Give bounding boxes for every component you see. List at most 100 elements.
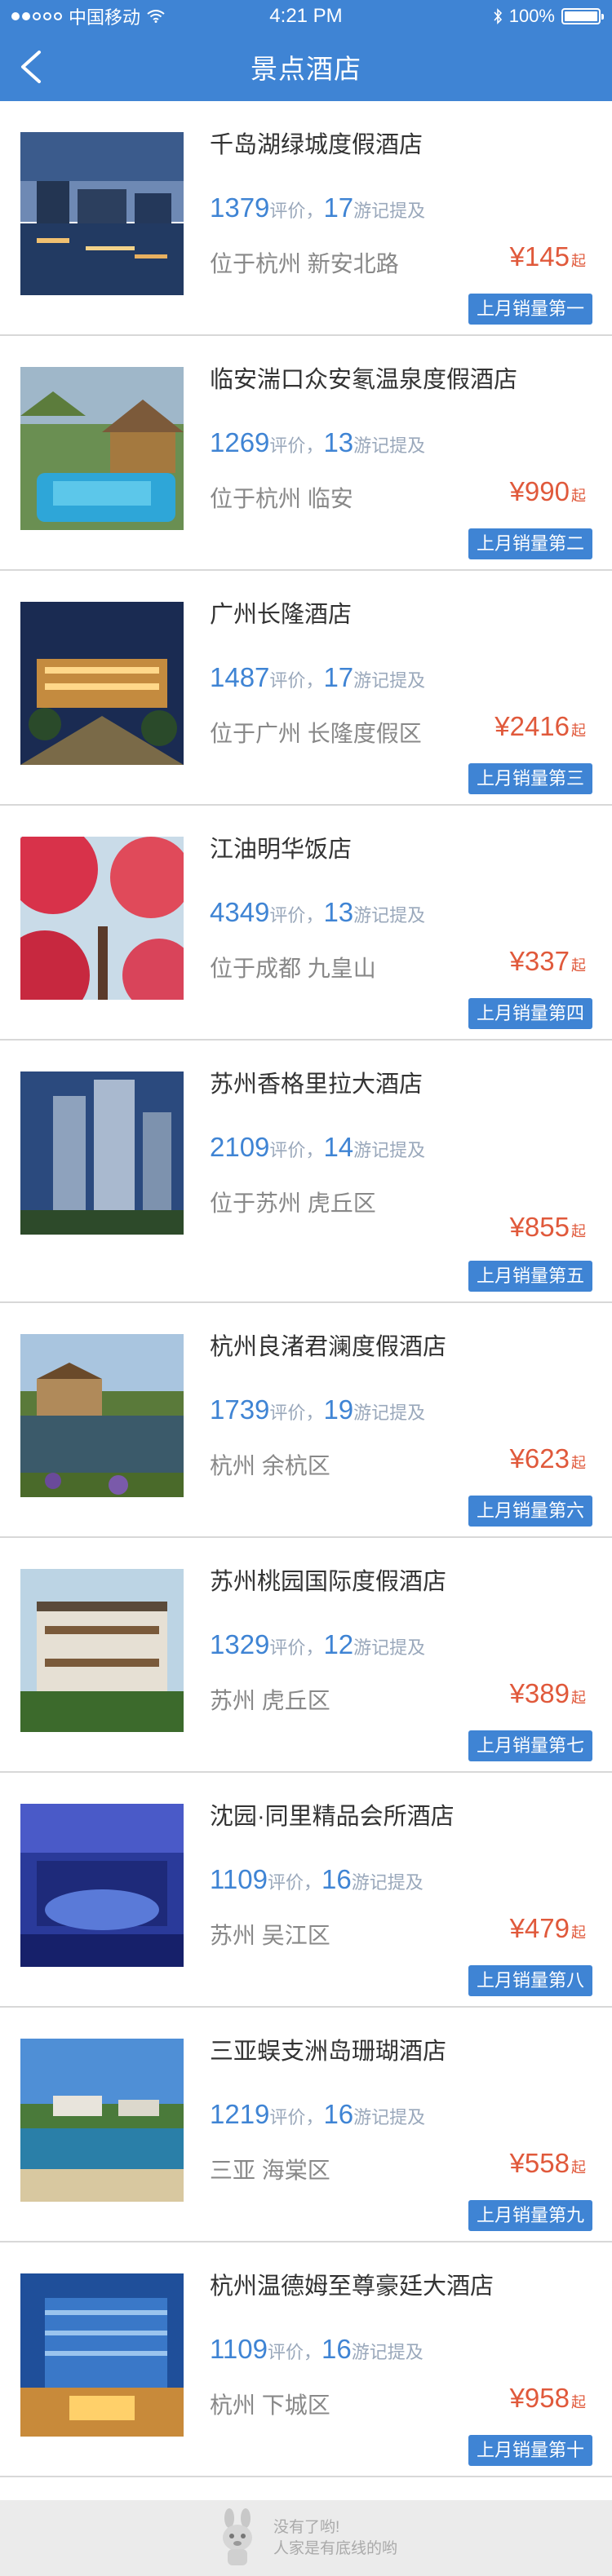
hotel-photo [20, 1334, 184, 1497]
price-suffix: 起 [571, 1455, 586, 1471]
carrier-name: 中国移动 [69, 7, 141, 28]
mention-count: 13 [323, 427, 354, 457]
hotel-list-item[interactable]: 江油明华饭店 4349 评价 ， 13 游记提及 位于成都 九皇山 ¥337 起 … [0, 806, 612, 1041]
hotel-list-item[interactable]: 杭州良渚君澜度假酒店 1739 评价 ， 19 游记提及 杭州 余杭区 ¥623… [0, 1303, 612, 1538]
footer-line-1: 没有了哟! [273, 2518, 340, 2536]
mentions-label: 游记提及 [353, 1637, 426, 1658]
hotel-location: 位于成都 九皇山 [210, 956, 376, 981]
hotel-name: 苏州香格里拉大酒店 [210, 1071, 424, 1098]
price-suffix: 起 [571, 1924, 586, 1941]
review-count: 4349 [210, 897, 270, 927]
price-value: ¥990 [509, 476, 570, 506]
reviews-label: 评价 [269, 1140, 306, 1160]
reviews-label: 评价 [269, 670, 306, 691]
hotel-name: 沈园·同里精品会所酒店 [210, 1804, 455, 1830]
hotel-photo [20, 837, 184, 1000]
review-count: 2109 [210, 1132, 270, 1162]
mentions-label: 游记提及 [353, 905, 426, 926]
sales-rank-badge: 上月销量第二 [468, 528, 592, 559]
mention-count: 19 [323, 1394, 354, 1425]
price-suffix: 起 [571, 253, 586, 269]
sales-rank-badge: 上月销量第三 [468, 763, 592, 794]
hotel-name: 广州长隆酒店 [210, 602, 353, 628]
signal-strength-icon [11, 12, 62, 20]
sales-rank-badge: 上月销量第一 [468, 294, 592, 325]
mention-count: 17 [323, 192, 354, 223]
reviews-label: 评价 [267, 1872, 304, 1893]
mentions-label: 游记提及 [353, 2107, 426, 2128]
mention-count: 16 [323, 2099, 354, 2129]
reviews-label: 评价 [269, 2107, 306, 2128]
review-count: 1269 [210, 427, 270, 457]
price-suffix: 起 [571, 1223, 586, 1239]
hotel-list-item[interactable]: 三亚蜈支洲岛珊瑚酒店 1219 评价 ， 16 游记提及 三亚 海棠区 ¥558… [0, 2008, 612, 2242]
price-suffix: 起 [571, 488, 586, 504]
hotel-list-item[interactable]: 广州长隆酒店 1487 评价 ， 17 游记提及 位于广州 长隆度假区 ¥241… [0, 571, 612, 806]
hotel-location: 苏州 吴江区 [210, 1923, 330, 1948]
hotel-list-item[interactable]: 苏州香格里拉大酒店 2109 评价 ， 14 游记提及 位于苏州 虎丘区 ¥85… [0, 1041, 612, 1303]
price-suffix: 起 [571, 722, 586, 739]
hotel-price: ¥337 起 [510, 946, 586, 977]
hotel-price: ¥389 起 [510, 1678, 586, 1709]
hotel-price: ¥958 起 [510, 2383, 586, 2414]
mention-count: 16 [322, 1864, 352, 1894]
reviews-label: 评价 [269, 1637, 306, 1658]
hotel-list-item[interactable]: 临安湍口众安氡温泉度假酒店 1269 评价 ， 13 游记提及 位于杭州 临安 … [0, 336, 612, 571]
reviews-label: 评价 [269, 435, 306, 456]
hotel-stats: 1379 评价 ， 17 游记提及 [210, 192, 425, 223]
hotel-location: 位于广州 长隆度假区 [210, 721, 422, 746]
review-count: 1109 [210, 1864, 268, 1894]
mentions-label: 游记提及 [353, 201, 426, 221]
mentions-label: 游记提及 [353, 1403, 426, 1423]
sales-rank-badge: 上月销量第五 [468, 1261, 592, 1292]
mascot-icon [222, 2508, 252, 2565]
mentions-label: 游记提及 [353, 670, 426, 691]
review-count: 1487 [210, 662, 270, 692]
price-suffix: 起 [571, 2159, 586, 2176]
hotel-price: ¥623 起 [510, 1443, 586, 1474]
price-value: ¥958 [509, 2383, 570, 2413]
price-value: ¥855 [509, 1212, 570, 1242]
hotel-photo [20, 132, 184, 295]
back-button[interactable] [15, 47, 60, 86]
stats-separator: ， [305, 670, 324, 691]
hotel-photo [20, 602, 184, 765]
page-title: 景点酒店 [251, 54, 361, 84]
sales-rank-badge: 上月销量第八 [468, 1965, 592, 1996]
stats-separator: ， [305, 435, 324, 456]
hotel-stats: 1269 评价 ， 13 游记提及 [210, 427, 425, 458]
hotel-list-item[interactable]: 千岛湖绿城度假酒店 1379 评价 ， 17 游记提及 位于杭州 新安北路 ¥1… [0, 101, 612, 336]
sales-rank-badge: 上月销量第十 [468, 2435, 592, 2466]
price-suffix: 起 [571, 2394, 586, 2410]
mentions-label: 游记提及 [353, 435, 426, 456]
hotel-location: 杭州 下城区 [210, 2393, 330, 2418]
hotel-photo [20, 367, 184, 530]
price-suffix: 起 [571, 1690, 586, 1706]
status-right: 100% [493, 6, 604, 27]
hotel-name: 千岛湖绿城度假酒店 [210, 132, 424, 158]
mention-count: 12 [323, 1629, 354, 1659]
mentions-label: 游记提及 [351, 2342, 424, 2362]
price-value: ¥2416 [494, 711, 570, 741]
stats-separator: ， [305, 905, 324, 926]
hotel-photo [20, 1071, 184, 1235]
hotel-list-item[interactable]: 杭州温德姆至尊豪廷大酒店 1109 评价 ， 16 游记提及 杭州 下城区 ¥9… [0, 2242, 612, 2477]
review-count: 1739 [210, 1394, 270, 1425]
hotel-price: ¥990 起 [510, 476, 586, 507]
hotel-stats: 4349 评价 ， 13 游记提及 [210, 897, 425, 928]
price-value: ¥623 [509, 1443, 570, 1474]
hotel-stats: 1329 评价 ， 12 游记提及 [210, 1629, 425, 1660]
price-value: ¥145 [509, 241, 570, 272]
review-count: 1219 [210, 2099, 270, 2129]
stats-separator: ， [305, 1140, 324, 1160]
hotel-list-item[interactable]: 沈园·同里精品会所酒店 1109 评价 ， 16 游记提及 苏州 吴江区 ¥47… [0, 1773, 612, 2008]
battery-icon [561, 8, 604, 24]
hotel-photo [20, 2273, 184, 2437]
hotel-location: 位于苏州 虎丘区 [210, 1191, 376, 1216]
hotel-list-item[interactable]: 苏州桃园国际度假酒店 1329 评价 ， 12 游记提及 苏州 虎丘区 ¥389… [0, 1538, 612, 1773]
price-value: ¥479 [509, 1913, 570, 1943]
hotel-name: 苏州桃园国际度假酒店 [210, 1569, 447, 1595]
sales-rank-badge: 上月销量第四 [468, 998, 592, 1029]
stats-separator: ， [305, 2107, 324, 2128]
mention-count: 17 [323, 662, 354, 692]
